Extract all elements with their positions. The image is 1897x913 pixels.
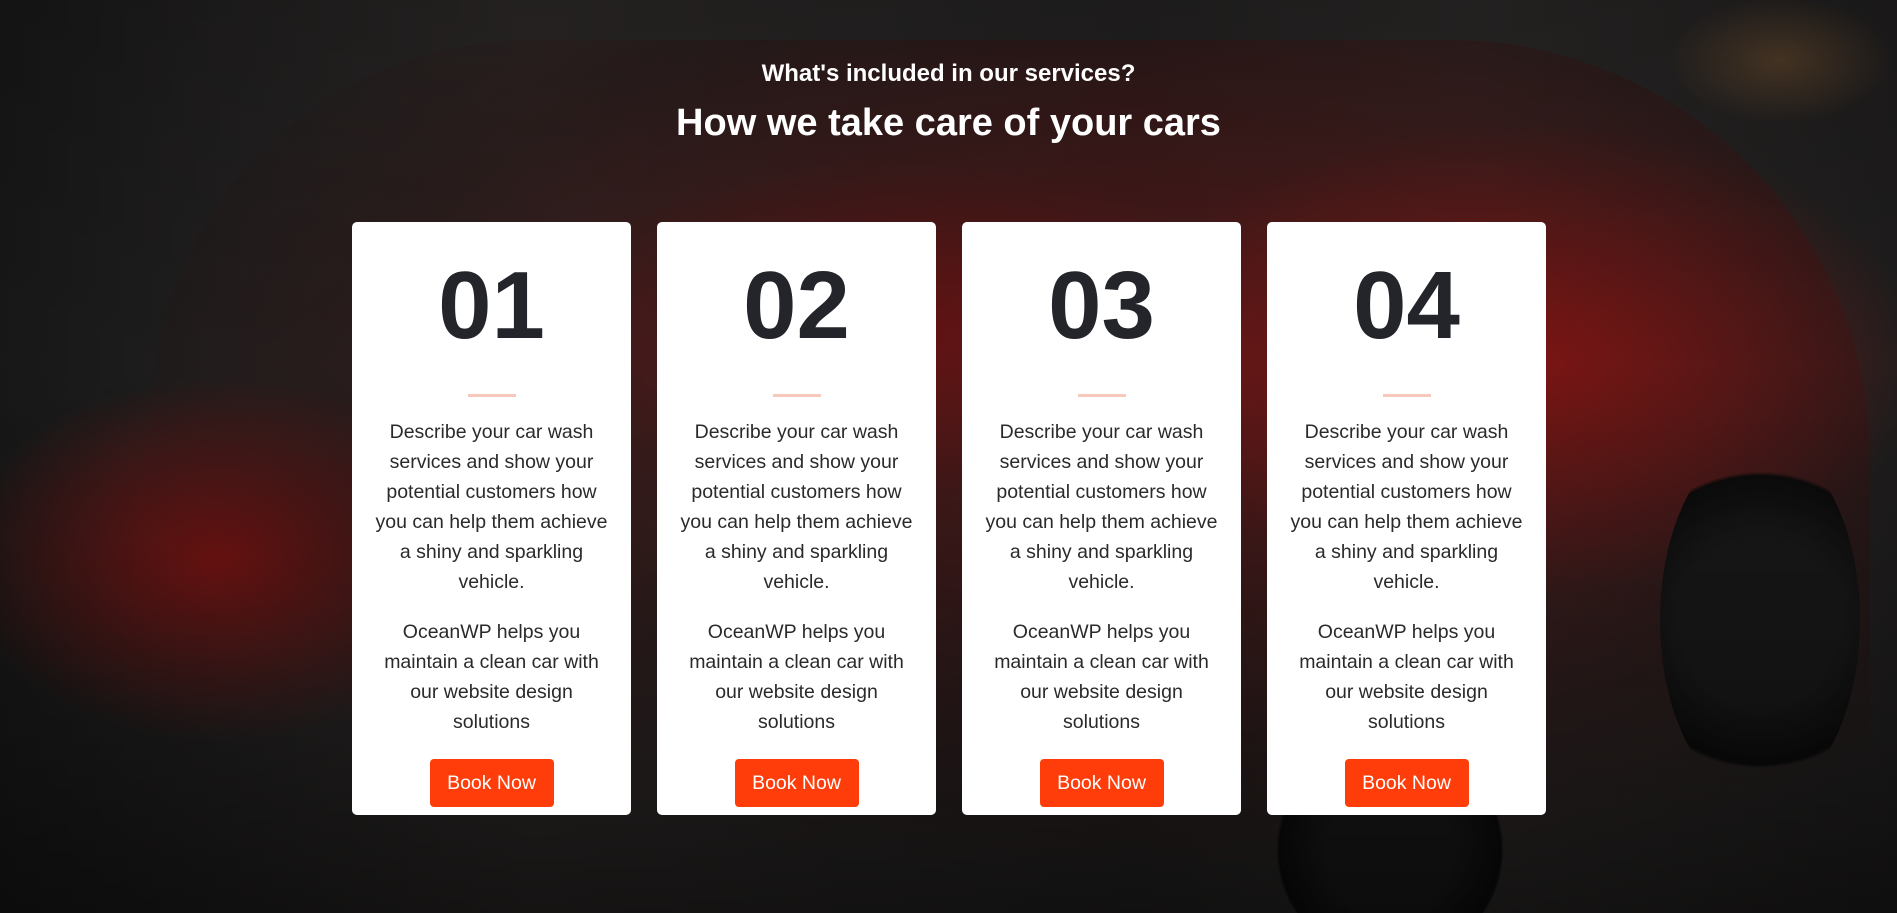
service-note: OceanWP helps you maintain a clean car w… <box>384 621 599 733</box>
divider <box>1382 394 1431 397</box>
service-card: 03 Describe your car wash services and s… <box>962 222 1241 815</box>
service-description: Describe your car wash services and show… <box>375 421 608 593</box>
service-number: 04 <box>1353 252 1460 359</box>
service-card: 02 Describe your car wash services and s… <box>657 222 936 815</box>
service-cards: 01 Describe your car wash services and s… <box>352 222 1546 815</box>
section-subtitle: What's included in our services? <box>761 60 1136 87</box>
service-card: 01 Describe your car wash services and s… <box>352 222 631 815</box>
divider <box>1077 394 1126 397</box>
section-title: How we take care of your cars <box>676 102 1221 144</box>
service-number: 01 <box>438 252 545 359</box>
services-section: What's included in our services? How we … <box>0 0 1897 913</box>
service-description: Describe your car wash services and show… <box>1290 421 1523 593</box>
service-note: OceanWP helps you maintain a clean car w… <box>689 621 904 733</box>
service-note: OceanWP helps you maintain a clean car w… <box>994 621 1209 733</box>
divider <box>467 394 516 397</box>
service-description: Describe your car wash services and show… <box>985 421 1218 593</box>
book-now-button[interactable]: Book Now <box>1344 759 1469 807</box>
book-now-button[interactable]: Book Now <box>734 759 859 807</box>
service-description: Describe your car wash services and show… <box>680 421 913 593</box>
service-card: 04 Describe your car wash services and s… <box>1267 222 1546 815</box>
service-note: OceanWP helps you maintain a clean car w… <box>1299 621 1514 733</box>
book-now-button[interactable]: Book Now <box>1039 759 1164 807</box>
divider <box>772 394 821 397</box>
book-now-button[interactable]: Book Now <box>429 759 554 807</box>
service-number: 02 <box>743 252 850 359</box>
service-number: 03 <box>1048 252 1155 359</box>
